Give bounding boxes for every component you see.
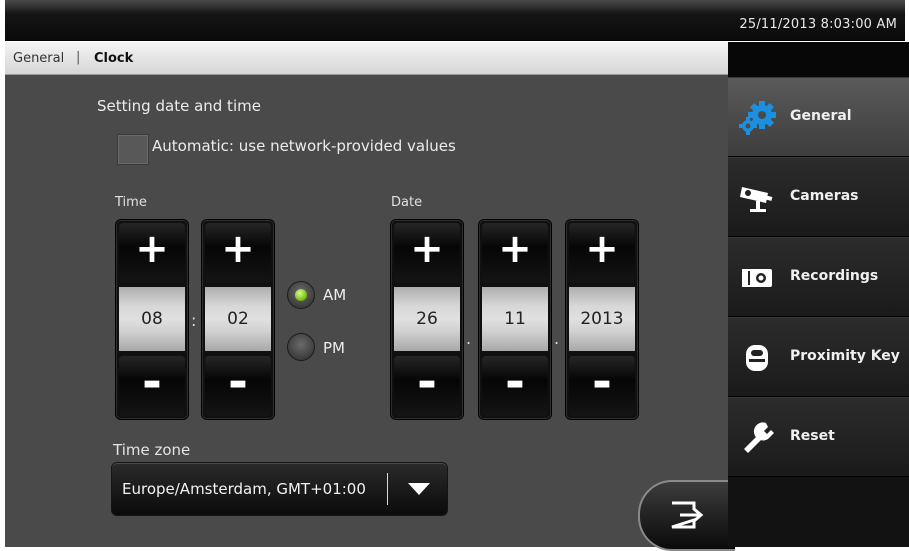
breadcrumb-separator: | bbox=[76, 50, 81, 65]
status-bar: 25/11/2013 8:03:00 AM bbox=[5, 0, 905, 41]
exit-icon bbox=[671, 501, 704, 529]
sidebar-item-label: Reset bbox=[790, 428, 835, 444]
sidebar-item-cameras[interactable]: Cameras bbox=[728, 157, 909, 237]
status-datetime: 25/11/2013 8:03:00 AM bbox=[739, 17, 897, 32]
plus-icon: + bbox=[498, 226, 532, 272]
timezone-label: Time zone bbox=[113, 441, 191, 459]
sidebar-item-general[interactable]: General bbox=[728, 77, 909, 157]
minute-spinner: + 02 - bbox=[202, 220, 274, 419]
sidebar-item-label: Cameras bbox=[790, 188, 859, 204]
timezone-value: Europe/Amsterdam, GMT+01:00 bbox=[122, 480, 366, 498]
year-spinner: + 2013 - bbox=[566, 220, 638, 419]
minute-value: 02 bbox=[205, 287, 271, 351]
date-separator: . bbox=[466, 329, 472, 348]
settings-screen: 25/11/2013 8:03:00 AM General | Clock Se… bbox=[0, 0, 909, 551]
sidebar-item-label: Recordings bbox=[790, 268, 879, 284]
day-spinner: + 26 - bbox=[391, 220, 463, 419]
timezone-divider bbox=[387, 473, 388, 505]
plus-icon: + bbox=[410, 226, 444, 272]
pm-radio[interactable] bbox=[287, 333, 315, 361]
clock-settings-panel: Setting date and time Automatic: use net… bbox=[5, 75, 735, 551]
minus-icon: - bbox=[228, 354, 248, 410]
minus-icon: - bbox=[505, 354, 525, 410]
am-radio[interactable] bbox=[287, 281, 315, 309]
minus-icon: - bbox=[417, 354, 437, 410]
sidebar-item-proximity-key[interactable]: Proximity Key bbox=[728, 317, 909, 397]
plus-icon: + bbox=[585, 226, 619, 272]
sidebar-header bbox=[728, 42, 909, 77]
exit-button[interactable] bbox=[638, 480, 735, 551]
time-label: Time bbox=[115, 195, 147, 210]
minus-icon: - bbox=[142, 354, 162, 410]
month-spinner: + 11 - bbox=[479, 220, 551, 419]
minus-icon: - bbox=[592, 354, 612, 410]
hour-decrement-button[interactable]: - bbox=[119, 356, 185, 416]
recording-icon bbox=[742, 269, 772, 287]
radio-selected-dot bbox=[295, 289, 307, 301]
sidebar-item-label: Proximity Key bbox=[790, 348, 900, 364]
sidebar-item-reset[interactable]: Reset bbox=[728, 397, 909, 477]
time-separator: : bbox=[191, 311, 197, 330]
proximity-key-icon bbox=[746, 345, 768, 371]
sidebar: General Cameras Recordings Proximity Key… bbox=[728, 42, 909, 547]
am-label[interactable]: AM bbox=[323, 286, 346, 304]
wrench-icon bbox=[744, 422, 774, 453]
automatic-checkbox-label[interactable]: Automatic: use network-provided values bbox=[152, 137, 456, 155]
month-increment-button[interactable]: + bbox=[482, 223, 548, 283]
section-title: Setting date and time bbox=[97, 97, 261, 115]
month-value: 11 bbox=[482, 287, 548, 351]
hour-increment-button[interactable]: + bbox=[119, 223, 185, 283]
breadcrumb-clock: Clock bbox=[94, 51, 134, 66]
minute-increment-button[interactable]: + bbox=[205, 223, 271, 283]
gears-icon bbox=[739, 101, 776, 135]
year-increment-button[interactable]: + bbox=[569, 223, 635, 283]
day-decrement-button[interactable]: - bbox=[394, 356, 460, 416]
month-decrement-button[interactable]: - bbox=[482, 356, 548, 416]
hour-spinner: + 08 - bbox=[116, 220, 188, 419]
breadcrumb-general[interactable]: General bbox=[13, 51, 64, 66]
hour-value: 08 bbox=[119, 287, 185, 351]
breadcrumb: General | Clock bbox=[5, 42, 728, 75]
day-value: 26 bbox=[394, 287, 460, 351]
year-value: 2013 bbox=[569, 287, 635, 351]
sidebar-item-recordings[interactable]: Recordings bbox=[728, 237, 909, 317]
dropdown-arrow-icon[interactable] bbox=[408, 483, 430, 495]
plus-icon: + bbox=[135, 226, 169, 272]
sidebar-footer bbox=[728, 477, 909, 547]
plus-icon: + bbox=[221, 226, 255, 272]
camera-icon bbox=[740, 187, 773, 212]
automatic-checkbox[interactable] bbox=[117, 134, 149, 165]
timezone-select[interactable]: Europe/Amsterdam, GMT+01:00 bbox=[111, 462, 448, 516]
pm-label[interactable]: PM bbox=[323, 339, 345, 357]
date-label: Date bbox=[391, 195, 423, 210]
date-separator: . bbox=[554, 329, 560, 348]
sidebar-item-label: General bbox=[790, 108, 852, 124]
day-increment-button[interactable]: + bbox=[394, 223, 460, 283]
minute-decrement-button[interactable]: - bbox=[205, 356, 271, 416]
year-decrement-button[interactable]: - bbox=[569, 356, 635, 416]
